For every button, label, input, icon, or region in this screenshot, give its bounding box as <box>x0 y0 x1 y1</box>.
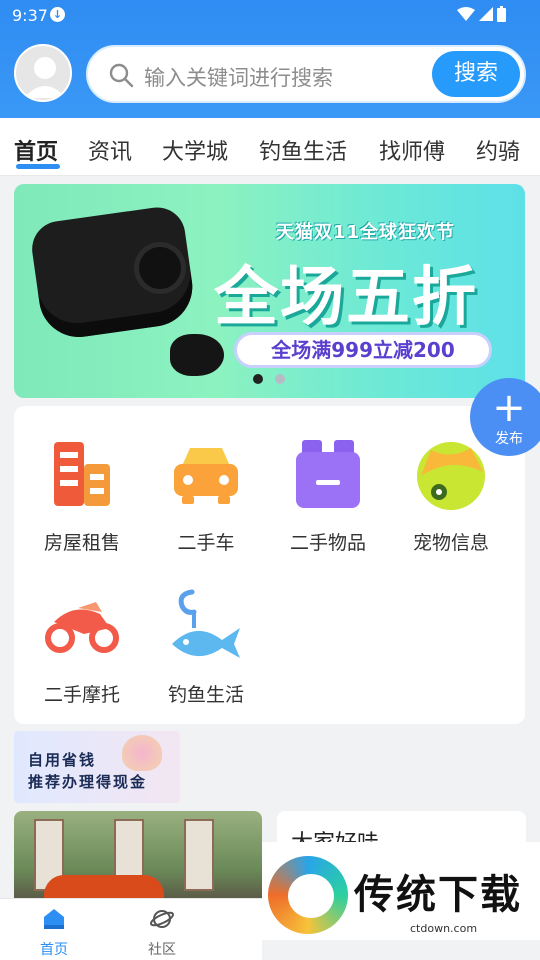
home-icon <box>44 909 64 929</box>
category-label: 宠物信息 <box>412 532 489 554</box>
plus-icon: + <box>492 385 526 431</box>
category-label: 二手摩托 <box>43 684 120 706</box>
battery-icon <box>497 6 506 22</box>
category-label: 钓鱼生活 <box>167 684 244 706</box>
pagination-dot[interactable] <box>275 374 285 384</box>
tab-ride[interactable]: 约骑 <box>476 134 520 166</box>
status-icons <box>457 6 506 22</box>
tab-university-town[interactable]: 大学城 <box>162 134 228 166</box>
status-bar: 9:37 ↓ <box>0 0 540 32</box>
car-icon <box>168 436 244 512</box>
fingerprint-heart-icon <box>122 735 162 771</box>
feed-photo[interactable] <box>14 811 262 909</box>
banner-subtitle: 天猫双11全球狂欢节 <box>276 222 456 243</box>
publish-button[interactable]: + 发布 <box>470 378 540 456</box>
download-icon: ↓ <box>50 7 65 22</box>
publish-label: 发布 <box>495 431 523 447</box>
category-pets[interactable]: 宠物信息 <box>389 436 513 555</box>
tab-home[interactable]: 首页 <box>14 134 58 166</box>
banner-pagination <box>253 374 285 384</box>
watermark-logo-icon <box>268 856 348 934</box>
motorcycle-icon <box>44 588 120 664</box>
signal-icon <box>479 7 493 21</box>
category-label: 房屋租售 <box>43 532 120 554</box>
tab-news[interactable]: 资讯 <box>88 134 132 166</box>
category-label: 二手车 <box>177 532 235 554</box>
buildings-icon <box>44 436 120 512</box>
category-fishing[interactable]: 钓鱼生活 <box>144 588 268 707</box>
nav-label: 社区 <box>148 942 176 958</box>
user-icon <box>24 57 66 98</box>
category-label: 二手物品 <box>289 532 366 554</box>
banner-cloth-image <box>184 819 214 891</box>
search-bar[interactable]: 输入关键词进行搜索 搜索 <box>86 45 526 103</box>
category-tabs: 首页 资讯 大学城 钓鱼生活 找师傅 约骑 <box>0 118 540 176</box>
search-button[interactable]: 搜索 <box>432 51 520 97</box>
planet-icon <box>149 910 175 928</box>
tab-active-indicator <box>16 164 60 169</box>
fishing-icon <box>168 588 244 664</box>
banner-offer: 全场满999立减200 <box>234 332 492 368</box>
status-time: 9:37 <box>12 6 48 25</box>
promo-banner[interactable]: 天猫双11全球狂欢节 全场五折 全场满999立减200 <box>14 184 525 398</box>
category-grid: 房屋租售 二手车 二手物品 宠物信息 二手摩托 钓鱼生活 <box>14 406 525 724</box>
category-used-motorcycle[interactable]: 二手摩托 <box>20 588 144 707</box>
user-avatar[interactable] <box>14 44 72 102</box>
category-used-goods[interactable]: 二手物品 <box>266 436 390 555</box>
banner-headline: 全场五折 <box>214 261 478 335</box>
app-header: 9:37 ↓ 输入关键词进行搜索 搜索 <box>0 0 540 118</box>
tab-find-master[interactable]: 找师傅 <box>379 134 445 166</box>
nav-label: 首页 <box>40 942 68 958</box>
cashback-banner[interactable]: 自用省钱 推荐办理得现金 <box>14 731 180 803</box>
search-input[interactable]: 输入关键词进行搜索 <box>144 62 333 92</box>
promo-line-1: 自用省钱 <box>28 751 97 769</box>
earbud-image <box>170 334 224 376</box>
nav-home[interactable]: 首页 <box>24 907 84 959</box>
wifi-icon <box>457 7 475 21</box>
category-used-car[interactable]: 二手车 <box>144 436 268 555</box>
earbud-image <box>134 242 186 294</box>
watermark-title: 传统下载 <box>354 872 522 918</box>
bottom-navigation: 首页 社区 <box>0 898 262 960</box>
nav-community[interactable]: 社区 <box>132 907 192 959</box>
search-icon <box>109 63 134 88</box>
box-icon <box>290 436 366 512</box>
pagination-dot-active[interactable] <box>253 374 263 384</box>
category-housing[interactable]: 房屋租售 <box>20 436 144 555</box>
watermark-overlay: 传统下载 ctdown.com <box>262 842 540 940</box>
promo-line-2: 推荐办理得现金 <box>28 773 148 791</box>
tab-fishing[interactable]: 钓鱼生活 <box>259 134 347 166</box>
watermark-url: ctdown.com <box>410 922 478 935</box>
